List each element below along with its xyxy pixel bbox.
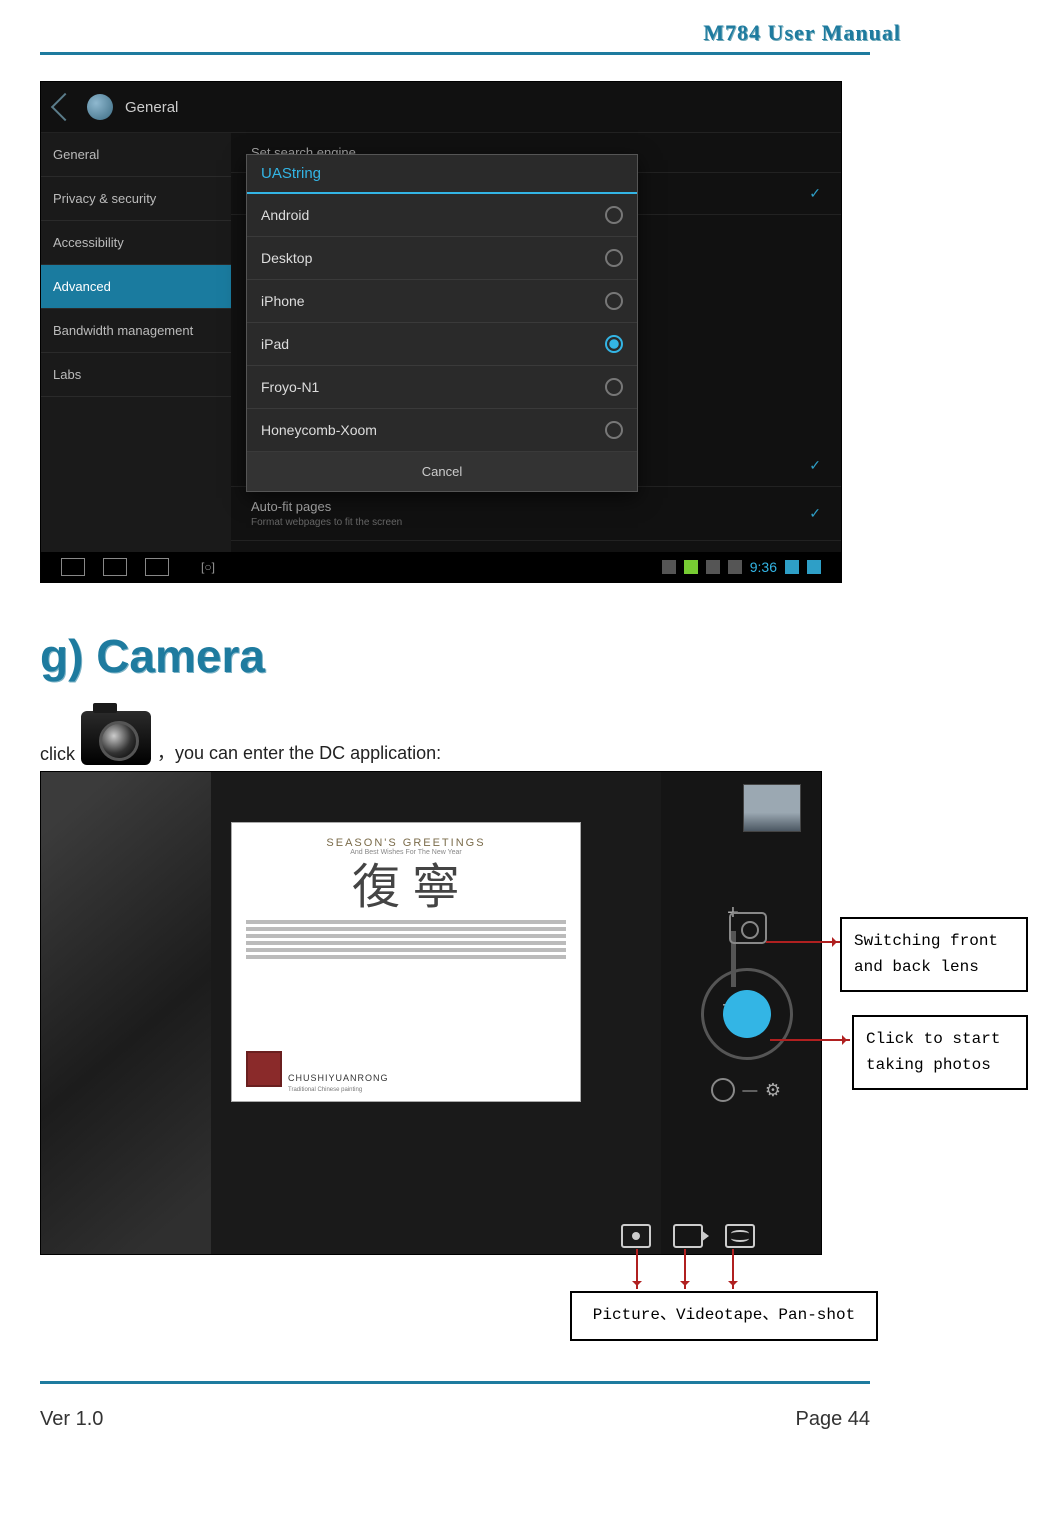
mode-settings-row[interactable]: — ⚙ [711, 1072, 781, 1108]
mode-photo-button[interactable] [621, 1224, 651, 1248]
uastring-option-iphone[interactable]: iPhone [247, 280, 637, 323]
uastring-dialog: UAString Android Desktop iPhone iPad Fro… [246, 154, 638, 492]
option-label: iPad [261, 336, 289, 352]
radio-icon-selected [605, 335, 623, 353]
card-body-text [246, 920, 566, 959]
row-autofit[interactable]: Auto-fit pages Format webpages to fit th… [231, 487, 841, 541]
card-brand-sub: Traditional Chinese painting [288, 1087, 362, 1093]
footer-rule [40, 1381, 870, 1384]
option-label: Honeycomb-Xoom [261, 422, 377, 438]
status-download-icon [662, 560, 676, 574]
callout-arrow [636, 1249, 638, 1289]
nav-home-button[interactable] [103, 558, 127, 576]
radio-icon [605, 421, 623, 439]
row-label: Auto-fit pages [251, 499, 331, 514]
section-heading-camera: g) Camera [40, 629, 1011, 683]
callout-arrow [684, 1249, 686, 1289]
status-mail-icon [706, 560, 720, 574]
option-label: Desktop [261, 250, 312, 266]
row-sublabel: Format webpages to fit the screen [251, 517, 402, 528]
uastring-option-ipad[interactable]: iPad [247, 323, 637, 366]
card-title: SEASON'S GREETINGS [246, 837, 566, 849]
card-subtitle: And Best Wishes For The New Year [246, 849, 566, 856]
status-wifi-icon [785, 560, 799, 574]
screenshot-toggle[interactable]: [○] [201, 560, 215, 574]
mode-video-button[interactable] [673, 1224, 703, 1248]
dialog-title: UAString [247, 155, 637, 194]
card-seal-stamp [246, 1051, 282, 1087]
shutter-button[interactable] [701, 968, 793, 1060]
settings-topbar: General [41, 82, 841, 133]
mode-dash-icon: — [742, 1082, 757, 1099]
manual-title: M784 User Manual [40, 20, 1011, 46]
option-label: iPhone [261, 293, 305, 309]
dialog-cancel-button[interactable]: Cancel [247, 452, 637, 491]
capture-mode-switcher [621, 1224, 755, 1248]
radio-icon [605, 378, 623, 396]
settings-sliders-icon[interactable]: ⚙ [765, 1080, 781, 1101]
topbar-title: General [125, 99, 178, 116]
sidebar-item-accessibility[interactable]: Accessibility [41, 221, 231, 265]
sidebar-item-advanced[interactable]: Advanced [41, 265, 231, 309]
mode-panorama-button[interactable] [725, 1224, 755, 1248]
status-battery-icon [807, 560, 821, 574]
status-usb-icon [728, 560, 742, 574]
viewfinder-ink-artwork [41, 772, 211, 1254]
callout-shutter: Click to start taking photos [852, 1015, 1028, 1090]
switch-camera-button[interactable] [729, 912, 767, 944]
option-label: Froyo-N1 [261, 379, 319, 395]
radio-icon [605, 249, 623, 267]
sidebar-item-labs[interactable]: Labs [41, 353, 231, 397]
callout-switch-lens: Switching front and back lens [840, 917, 1028, 992]
card-chinese-chars: 復 寧 [246, 864, 566, 912]
footer-page-number: Page 44 [795, 1408, 870, 1431]
uastring-option-android[interactable]: Android [247, 194, 637, 237]
last-photo-thumbnail[interactable] [743, 784, 801, 832]
footer-version: Ver 1.0 [40, 1408, 103, 1431]
screenshot-camera-app: SEASON'S GREETINGS And Best Wishes For T… [40, 771, 822, 1255]
status-clock: 9:36 [750, 559, 777, 575]
callout-modes: Picture、Videotape、Pan-shot [570, 1291, 878, 1341]
nav-recent-button[interactable] [145, 558, 169, 576]
callout-arrow [732, 1249, 734, 1289]
nav-back-button[interactable] [61, 558, 85, 576]
uastring-option-honeycomb[interactable]: Honeycomb-Xoom [247, 409, 637, 452]
sidebar-item-general[interactable]: General [41, 133, 231, 177]
check-icon: ✓ [809, 457, 821, 474]
status-android-icon [684, 560, 698, 574]
shutter-inner-icon [723, 990, 771, 1038]
callout-arrow [770, 1039, 850, 1041]
sidebar-item-bandwidth[interactable]: Bandwidth management [41, 309, 231, 353]
uastring-option-desktop[interactable]: Desktop [247, 237, 637, 280]
check-icon: ✓ [809, 185, 821, 202]
check-icon: ✓ [809, 505, 821, 522]
globe-icon [87, 94, 113, 120]
viewfinder-greeting-card: SEASON'S GREETINGS And Best Wishes For T… [231, 822, 581, 1102]
back-icon[interactable] [51, 93, 79, 121]
camera-viewfinder: SEASON'S GREETINGS And Best Wishes For T… [41, 772, 661, 1254]
option-label: Android [261, 207, 309, 223]
header-rule [40, 52, 870, 55]
settings-sidebar: General Privacy & security Accessibility… [41, 133, 231, 553]
camera-app-icon [81, 711, 151, 765]
mode-ring-icon [711, 1078, 735, 1102]
camera-intro-line: click ，you can enter the DC application: [40, 711, 1011, 765]
intro-text-after: ，you can enter the DC application: [157, 739, 441, 765]
intro-text-before: click [40, 744, 75, 765]
radio-icon [605, 206, 623, 224]
sidebar-item-privacy[interactable]: Privacy & security [41, 177, 231, 221]
page-footer: Ver 1.0 Page 44 [40, 1408, 870, 1431]
card-brand: CHUSHIYUANRONG [288, 1073, 389, 1083]
uastring-option-froyo[interactable]: Froyo-N1 [247, 366, 637, 409]
screenshot-browser-settings: General General Privacy & security Acces… [40, 81, 842, 583]
android-navbar: [○] 9:36 [41, 552, 841, 582]
callout-arrow [766, 941, 840, 943]
radio-icon [605, 292, 623, 310]
